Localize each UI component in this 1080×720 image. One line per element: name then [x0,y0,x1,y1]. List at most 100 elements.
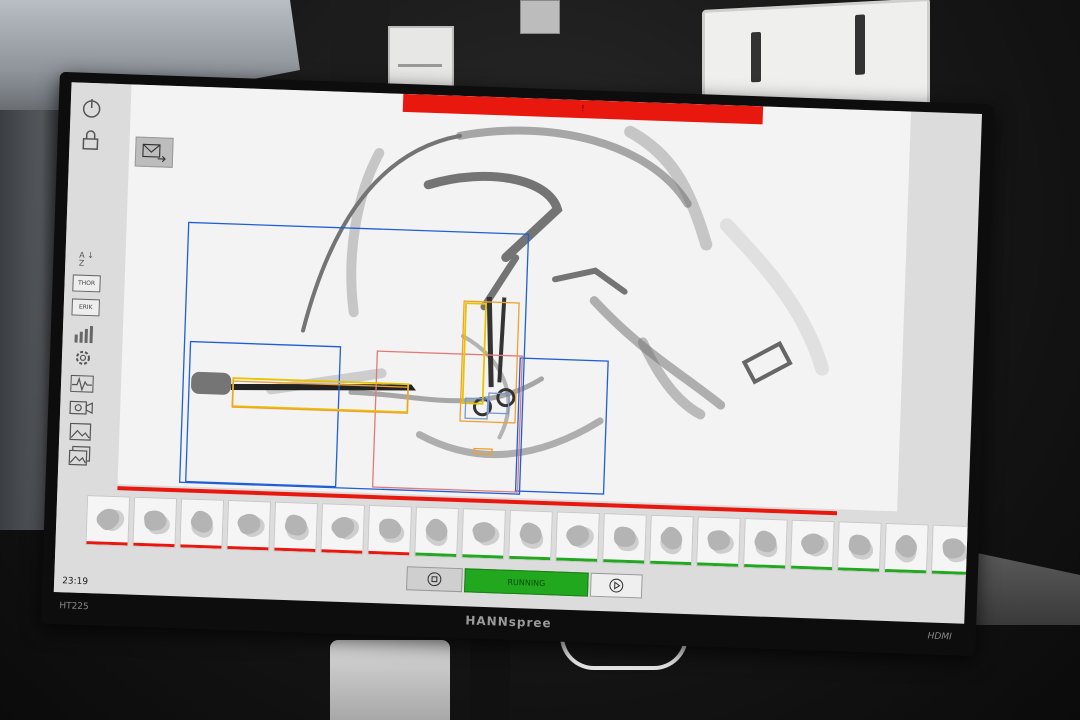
lock-icon [82,130,99,150]
thumbnail-scan-preview [657,523,687,554]
stop-button[interactable] [406,566,463,593]
scan-thumbnail[interactable] [414,506,459,559]
operator-thor-button[interactable]: THOR [72,274,101,293]
status-running-indicator[interactable]: RUNNING [464,568,589,597]
image-icon [69,422,92,441]
gear-icon [75,350,90,365]
thumbnail-status-marker [837,567,880,572]
sort-label-z: Z [78,258,85,268]
scan-thumbnail[interactable] [179,498,225,550]
power-icon [82,98,101,118]
sort-az-icon: A ↓ Z [78,250,95,268]
bottle-glyph-icon [855,14,865,75]
scan-thumbnail[interactable] [85,495,131,547]
thumbnail-status-marker [368,550,410,556]
thumbnail-scan-preview [470,519,498,545]
camera-settings-button[interactable] [66,396,97,419]
thumbnail-scan-preview [892,531,922,562]
waveform-icon [70,374,94,393]
operator-erik-button[interactable]: ERIK [71,298,101,317]
scan-thumbnail[interactable] [743,518,788,570]
operator-label: THOR [77,279,96,288]
mail-send-icon [142,143,166,163]
scan-thumbnail[interactable] [696,516,741,568]
thumbnail-scan-preview [941,537,966,560]
thumbnail-status-marker [884,568,927,574]
thumbnail-scan-preview [517,520,545,547]
image-export-button[interactable] [65,420,96,443]
thumbnail-status-marker [791,565,833,571]
thumbnail-scan-preview [187,507,217,537]
thumbnail-scan-preview [283,512,310,538]
thumbnail-status-marker [509,555,551,561]
thumbnail-status-marker [650,560,692,566]
thumbnail-status-marker [180,544,222,549]
alarm-text: ! [580,104,585,115]
thumbnail-status-marker [133,542,175,548]
monitor: A ↓ Z THOR ERIK ! RUNNING 23:19 HT225 HA… [40,71,995,657]
scan-thumbnail[interactable] [555,511,600,563]
scan-thumbnail[interactable] [930,524,976,577]
wall-box [520,0,560,34]
scan-thumbnail[interactable] [836,521,882,573]
images-icon [68,445,91,466]
scan-thumbnail[interactable] [132,496,178,549]
clock: 23:19 [61,576,89,588]
thumbnail-scan-preview [379,518,402,539]
thumbnail-scan-preview [328,512,359,542]
scan-thumbnail[interactable] [883,522,929,575]
play-button[interactable] [589,572,643,599]
camera-gear-icon [69,400,94,415]
scan-thumbnail[interactable] [508,509,553,562]
monitor-stand [470,636,510,720]
thumbnail-scan-preview [143,509,168,532]
scan-thumbnail[interactable] [226,499,272,552]
thumbnail-scan-preview [751,528,781,556]
send-mail-button[interactable] [134,136,174,168]
thumbnail-status-marker [462,554,504,559]
bottle-glyph-icon [751,31,761,83]
scan-thumbnail[interactable] [461,508,506,560]
bar-chart-icon [74,326,94,344]
xray-scan-image [178,125,830,495]
signal-button[interactable] [67,372,98,395]
status-label: RUNNING [507,577,546,588]
image-gallery-button[interactable] [64,444,95,467]
sort-az-button[interactable]: A ↓ Z [71,248,102,271]
thumbnail-scan-preview [563,520,593,550]
thumbnail-status-marker [321,549,363,554]
thumbnail-status-marker [931,570,974,576]
thumbnail-status-marker [86,541,128,546]
thumbnail-scan-preview [422,515,452,545]
stop-icon [427,572,442,587]
thumbnail-scan-preview [847,533,873,557]
xray-image-view[interactable]: ! [117,84,912,512]
lock-button[interactable] [75,128,106,151]
scan-thumbnail[interactable] [602,513,647,565]
scan-thumbnail[interactable] [789,519,835,572]
statistics-button[interactable] [68,322,99,345]
scan-thumbnail[interactable] [649,514,694,567]
scan-thumbnail[interactable] [273,501,319,554]
scan-thumbnail[interactable] [367,504,412,557]
thumbnail-scan-preview [706,528,732,553]
thumbnail-status-marker [556,557,598,562]
thumbnail-status-marker [274,547,316,553]
thumbnail-status-marker [415,552,457,557]
thumbnail-status-marker [227,545,269,551]
play-icon [609,578,624,593]
thumbnail-status-marker [697,562,739,567]
scan-thumbnail[interactable] [320,503,365,555]
power-button[interactable] [76,96,107,119]
thumbnail-scan-preview [613,526,637,548]
device-below-monitor [330,640,450,720]
hdmi-label: HDMI [927,631,952,643]
screen: A ↓ Z THOR ERIK ! RUNNING 23:19 [53,82,983,624]
thumbnail-status-marker [744,564,786,569]
thumbnail-status-marker [603,559,645,564]
settings-button[interactable] [68,346,99,369]
thumbnail-scan-preview [93,503,124,534]
thumbnail-scan-preview [235,510,264,538]
thumbnail-scan-preview [798,529,828,558]
operator-label: ERIK [78,303,93,312]
